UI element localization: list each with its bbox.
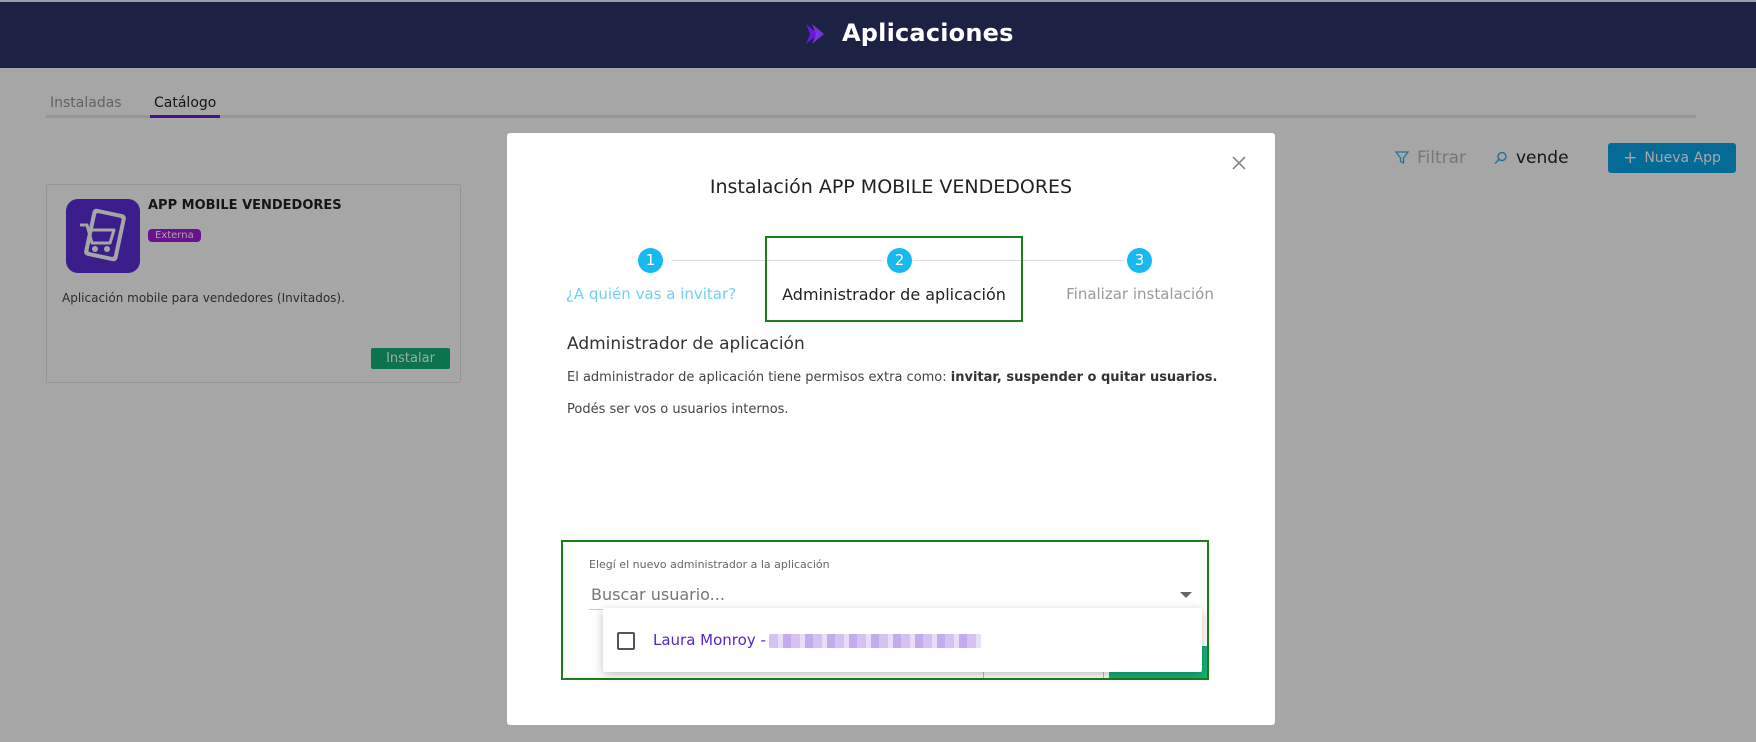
step-number-1[interactable]: 1 [638,248,663,273]
section-description: El administrador de aplicación tiene per… [567,370,1217,385]
section-title: Administrador de aplicación [567,334,805,354]
user-search-input[interactable] [589,580,1171,610]
redacted-email [769,634,981,648]
step-label-1[interactable]: ¿A quién vas a invitar? [551,285,751,303]
description-bold: invitar, suspender o quitar usuarios. [950,370,1218,385]
section-note: Podés ser vos o usuarios internos. [567,402,789,417]
brand-logo-icon [806,24,824,44]
close-icon[interactable] [1230,154,1248,172]
description-prefix: El administrador de aplicación tiene per… [567,370,951,385]
option-checkbox[interactable] [617,632,635,650]
header-title: Aplicaciones [842,19,1014,47]
top-header: Aplicaciones [0,0,1756,68]
step-highlight-box [765,236,1023,322]
install-modal: Instalación APP MOBILE VENDEDORES 1 ¿A q… [507,133,1275,725]
step-label-3[interactable]: Finalizar instalación [1035,285,1245,303]
user-dropdown: Laura Monroy - [603,608,1202,672]
modal-title: Instalación APP MOBILE VENDEDORES [709,176,1073,198]
step-number-3[interactable]: 3 [1127,248,1152,273]
chevron-down-icon[interactable] [1180,592,1192,598]
select-label: Elegí el nuevo administrador a la aplica… [589,558,830,571]
user-option[interactable]: Laura Monroy - [653,631,766,649]
